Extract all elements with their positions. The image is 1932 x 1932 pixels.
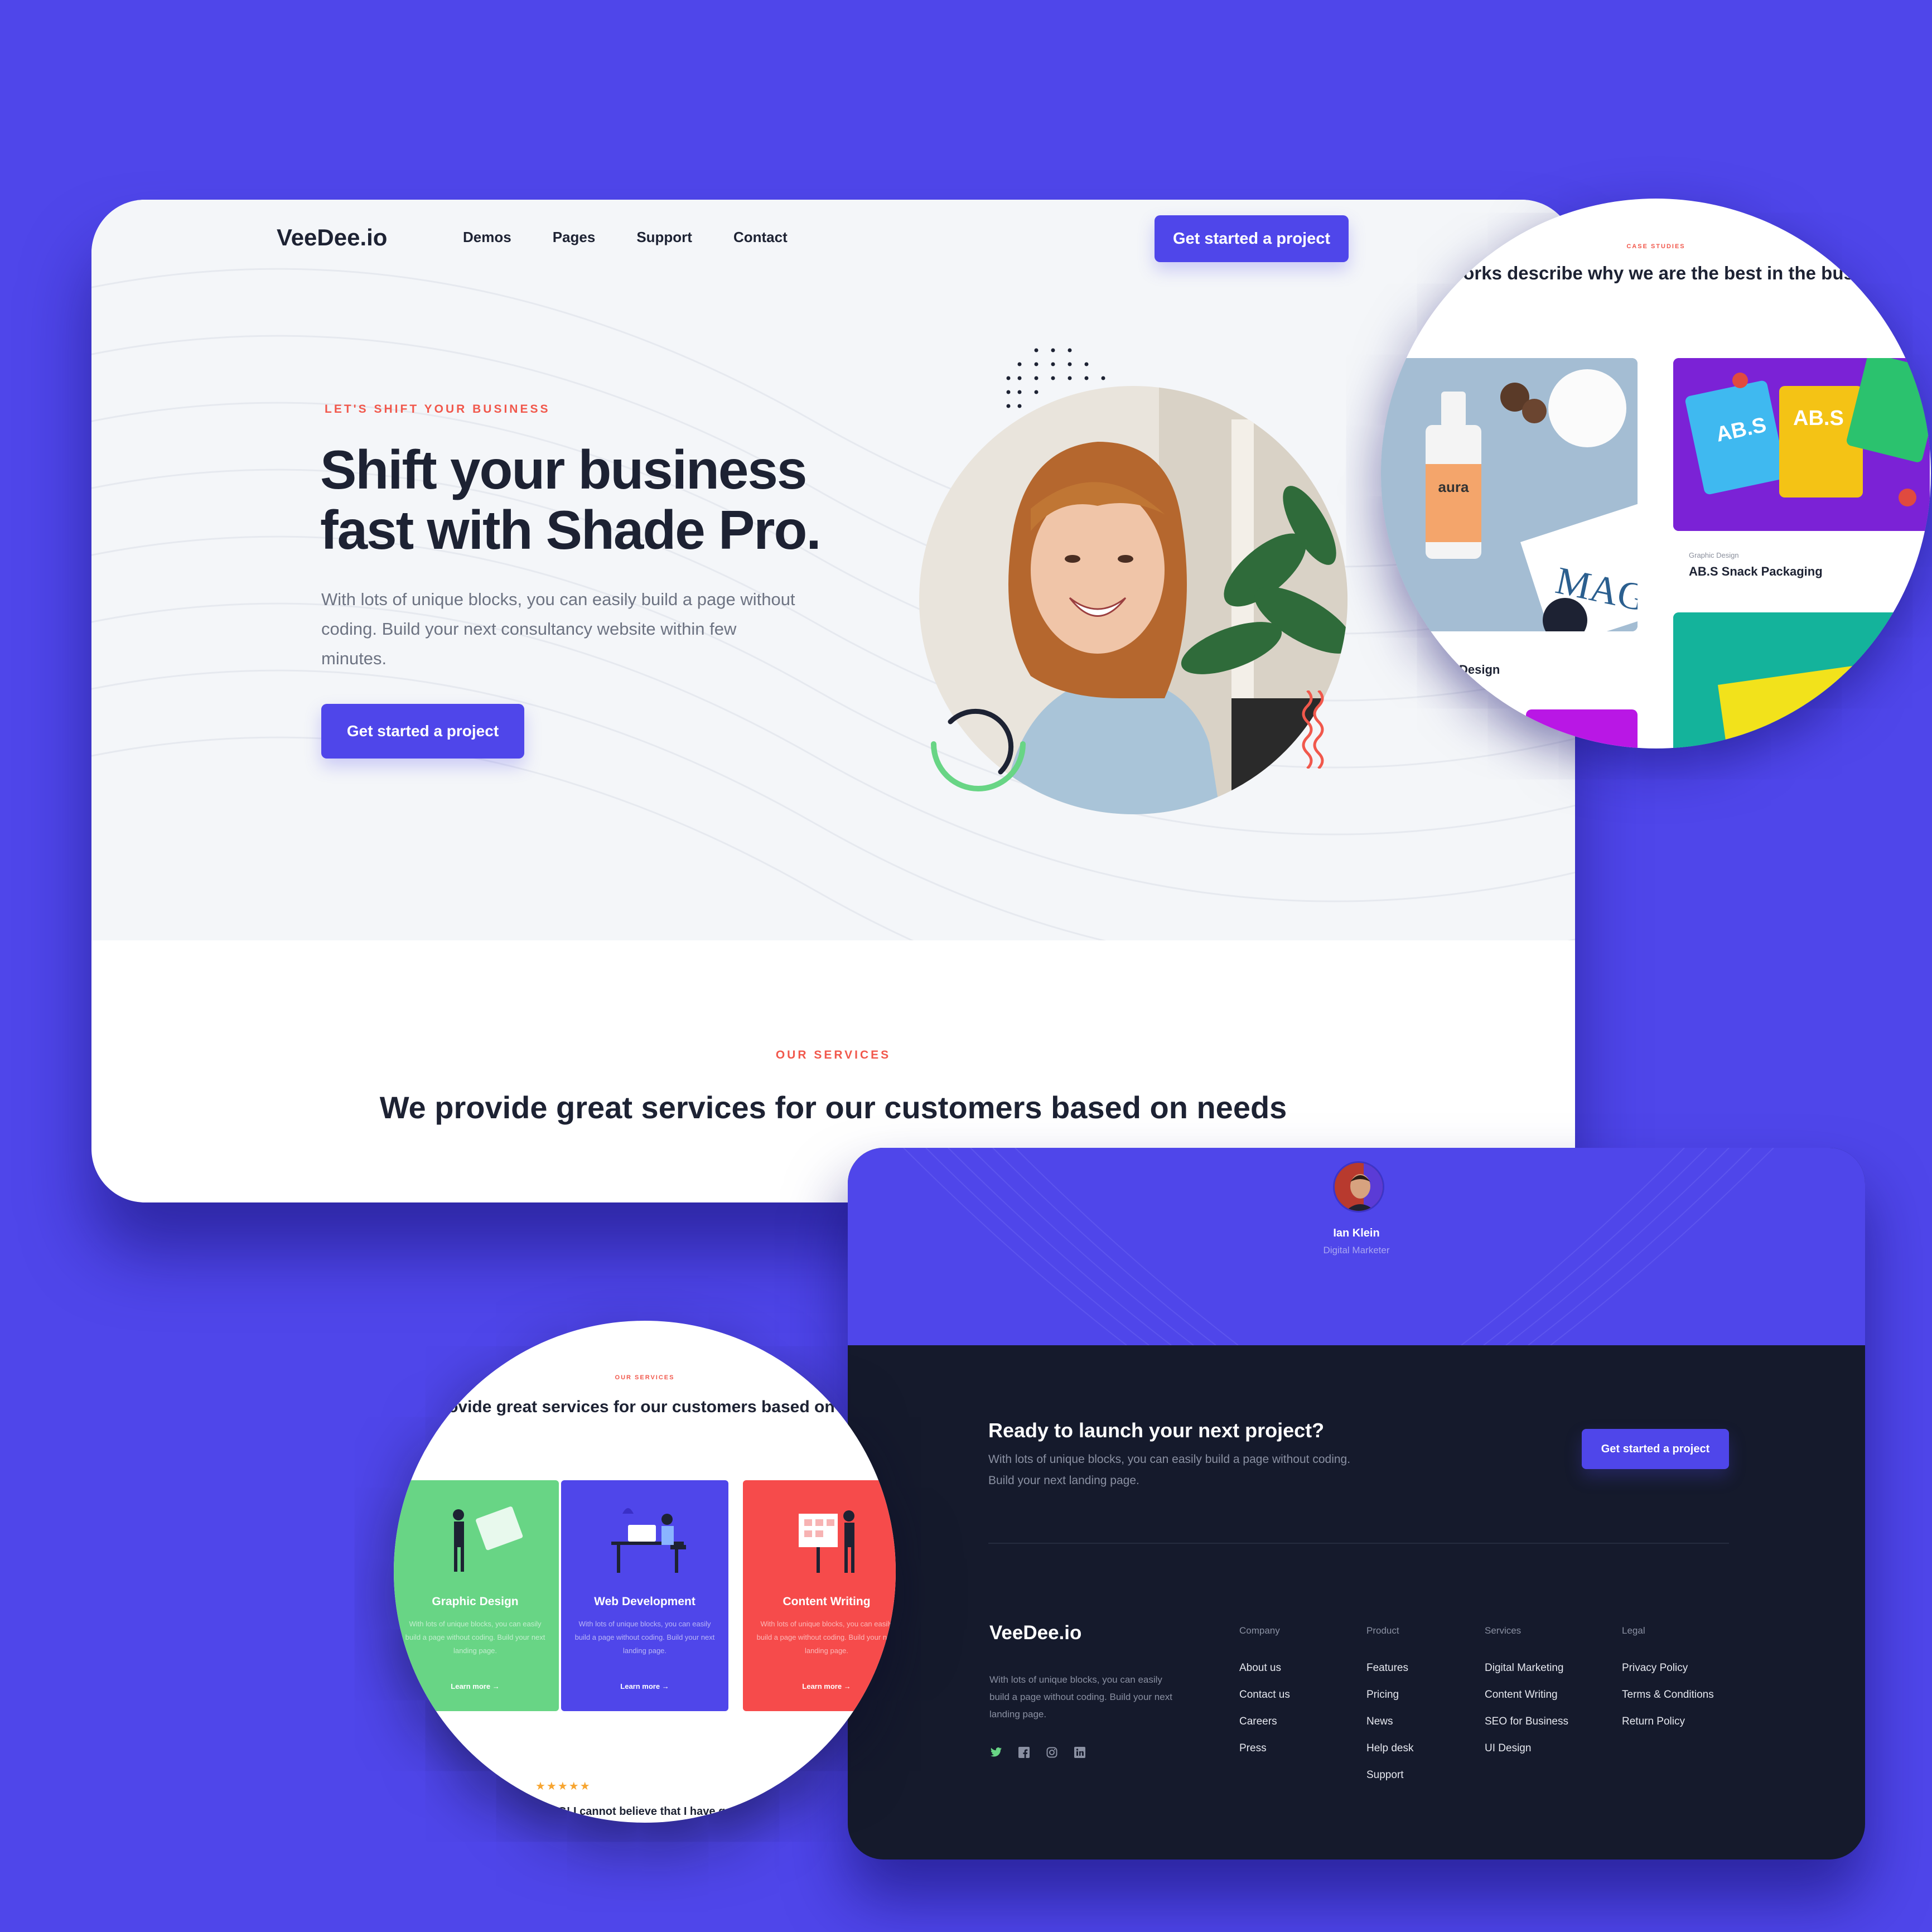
service-card-content-writing[interactable]: Content Writing With lots of unique bloc… — [743, 1480, 896, 1711]
service-card-web-development[interactable]: Web Development With lots of unique bloc… — [561, 1480, 728, 1711]
arrow-right-icon: → — [843, 1682, 851, 1690]
case-studies-title: Our works describe why we are the best i… — [1411, 263, 1901, 283]
service-card-title: Content Writing — [783, 1595, 871, 1608]
footer-link[interactable]: Terms & Conditions — [1622, 1689, 1714, 1716]
nav-logo[interactable]: VeeDee.io — [277, 224, 387, 251]
hero-section: VeeDee.io Demos Pages Support Contact Ge… — [91, 200, 1575, 940]
footer-link[interactable]: Careers — [1239, 1716, 1290, 1742]
footer-column-company: Company About us Contact us Careers Pres… — [1239, 1625, 1290, 1769]
footer-heading-services: Services — [1485, 1625, 1522, 1636]
landing-page-card: VeeDee.io Demos Pages Support Contact Ge… — [91, 200, 1575, 1202]
case-study-image-abs-snack[interactable]: AB.S AB.S — [1673, 358, 1930, 531]
service-card-graphic-design[interactable]: Graphic Design With lots of unique block… — [394, 1480, 559, 1711]
case-studies-eyebrow: CASE STUDIES — [1626, 243, 1685, 250]
footer-link[interactable]: SEO for Business — [1485, 1716, 1568, 1742]
hero-title: Shift your business fast with Shade Pro. — [320, 439, 822, 561]
content-writing-illustration — [799, 1510, 854, 1573]
web-development-illustration — [611, 1508, 686, 1573]
services-title: We provide great services for our custom… — [379, 1090, 1287, 1125]
footer-link[interactable]: Contact us — [1239, 1689, 1290, 1716]
footer-card: Ian Klein Digital Marketer Ready to laun… — [848, 1148, 1865, 1859]
case-study-image-aura[interactable]: aura MAG — [1381, 358, 1638, 631]
nav-links: Demos Pages Support Contact — [463, 229, 788, 246]
footer-link[interactable]: About us — [1239, 1662, 1290, 1689]
services-eyebrow: OUR SERVICES — [775, 1049, 891, 1061]
decorative-squiggle-shape — [1302, 690, 1324, 769]
case-study-category: Graphic Design — [1689, 551, 1739, 559]
footer-column-product: Product Features Pricing News Help desk … — [1366, 1625, 1414, 1796]
footer-link[interactable]: Privacy Policy — [1622, 1662, 1714, 1689]
learn-more-link[interactable]: Learn more → — [394, 1682, 559, 1690]
cta-get-started-button[interactable]: Get started a project — [1582, 1429, 1729, 1469]
facebook-icon[interactable] — [1017, 1746, 1031, 1759]
testimonial-quote: OMG! I cannot believe that I have got a … — [540, 1805, 896, 1818]
service-card-text: With lots of unique blocks, you can easi… — [756, 1620, 896, 1655]
nav-link-demos[interactable]: Demos — [463, 229, 511, 246]
learn-more-link[interactable]: Learn more → — [561, 1682, 728, 1690]
nav-get-started-button[interactable]: Get started a project — [1155, 215, 1349, 262]
footer-link[interactable]: Digital Marketing — [1485, 1662, 1568, 1689]
case-study-image-teal[interactable] — [1673, 612, 1930, 748]
footer-logo[interactable]: VeeDee.io — [989, 1622, 1081, 1644]
footer-divider — [988, 1543, 1729, 1544]
footer-link[interactable]: Pricing — [1366, 1689, 1414, 1716]
hero-description: With lots of unique blocks, you can easi… — [321, 590, 795, 668]
footer-description: With lots of unique blocks, you can easi… — [989, 1674, 1172, 1720]
instagram-icon[interactable] — [1045, 1746, 1059, 1759]
footer-social-links — [989, 1746, 1086, 1759]
footer-link[interactable]: Return Policy — [1622, 1716, 1714, 1742]
services-preview: OUR SERVICES We provide great services f… — [394, 1321, 896, 1823]
services-preview-title: We provide great services for our custom… — [402, 1398, 888, 1416]
footer-column-legal: Legal Privacy Policy Terms & Conditions … — [1622, 1625, 1714, 1742]
svg-text:aura: aura — [1438, 479, 1469, 495]
svg-text:AB.S: AB.S — [1793, 407, 1844, 430]
case-study-image-purple[interactable] — [1526, 709, 1638, 748]
service-card-title: Web Development — [594, 1595, 695, 1608]
case-studies-preview: CASE STUDIES Our works describe why we a… — [1381, 199, 1931, 748]
testimonial-avatar — [1333, 1161, 1384, 1213]
footer-link[interactable]: Help desk — [1366, 1742, 1414, 1769]
arrow-right-icon: → — [492, 1682, 500, 1690]
decorative-arc-shape — [931, 708, 1026, 791]
footer-link[interactable]: Features — [1366, 1662, 1414, 1689]
footer-column-services: Services Digital Marketing Content Writi… — [1485, 1625, 1568, 1769]
footer-link[interactable]: Press — [1239, 1742, 1290, 1769]
cta-title: Ready to launch your next project? — [988, 1419, 1325, 1442]
case-study-name-design[interactable]: Design — [1459, 663, 1500, 677]
hero-eyebrow: LET'S SHIFT YOUR BUSINESS — [325, 403, 550, 416]
footer-link[interactable]: News — [1366, 1716, 1414, 1742]
case-study-name[interactable]: AB.S Snack Packaging — [1689, 564, 1823, 579]
nav-link-pages[interactable]: Pages — [553, 229, 596, 246]
learn-more-link[interactable]: Learn more → — [743, 1682, 896, 1690]
footer-heading-product: Product — [1366, 1625, 1399, 1636]
testimonial-role: Digital Marketer — [1323, 1245, 1390, 1255]
footer-link[interactable]: Support — [1366, 1769, 1414, 1796]
footer-link[interactable]: Content Writing — [1485, 1689, 1568, 1716]
testimonial-section: Ian Klein Digital Marketer — [848, 1148, 1865, 1345]
service-card-text: With lots of unique blocks, you can easi… — [405, 1620, 545, 1655]
testimonial-name: Ian Klein — [1333, 1227, 1380, 1239]
arrow-right-icon: → — [661, 1682, 669, 1690]
service-card-text: With lots of unique blocks, you can easi… — [574, 1620, 715, 1655]
hero-wave-pattern — [91, 268, 1575, 940]
nav-link-contact[interactable]: Contact — [733, 229, 788, 246]
footer-heading-legal: Legal — [1622, 1625, 1645, 1636]
service-card-title: Graphic Design — [432, 1595, 519, 1608]
twitter-icon[interactable] — [989, 1746, 1003, 1759]
footer-heading-company: Company — [1239, 1625, 1280, 1636]
hero-get-started-button[interactable]: Get started a project — [321, 704, 524, 759]
rating-stars: ★★★★★ — [535, 1780, 591, 1793]
nav-link-support[interactable]: Support — [636, 229, 692, 246]
cta-description: With lots of unique blocks, you can easi… — [988, 1453, 1351, 1487]
services-preview-eyebrow: OUR SERVICES — [615, 1374, 675, 1381]
linkedin-icon[interactable] — [1073, 1746, 1086, 1759]
graphic-design-illustration — [453, 1506, 523, 1572]
footer-link[interactable]: UI Design — [1485, 1742, 1568, 1769]
